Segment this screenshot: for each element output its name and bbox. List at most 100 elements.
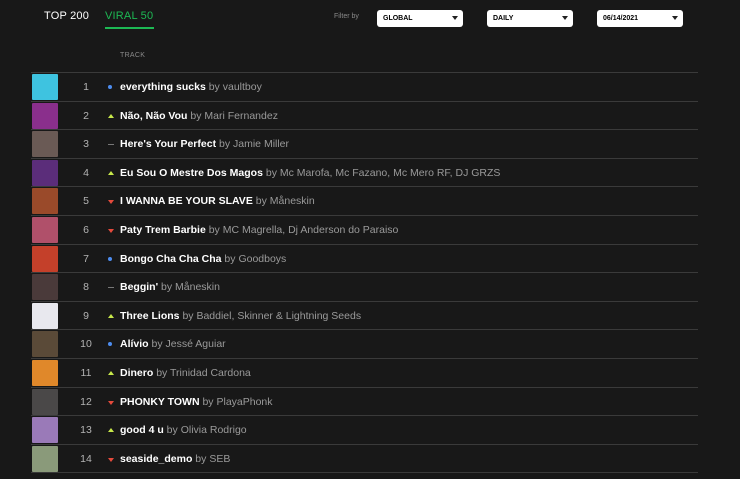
chart-position: 14 (80, 452, 92, 465)
table-row[interactable]: 14 seaside_demo by SEB (31, 445, 698, 474)
track-artist[interactable]: Måneskin (175, 281, 220, 293)
album-art[interactable] (32, 417, 58, 444)
table-row[interactable]: 10 Alívio by Jessé Aguiar (31, 330, 698, 359)
chevron-down-icon (452, 16, 458, 20)
album-art[interactable] (32, 302, 58, 329)
chart-position: 10 (80, 338, 92, 351)
album-art[interactable] (32, 331, 58, 358)
track-title[interactable]: Here's Your Perfect (120, 138, 216, 150)
track-artist[interactable]: PlayaPhonk (216, 396, 272, 408)
by-label: by (195, 452, 207, 465)
column-header-track: TRACK (120, 52, 146, 59)
chart-position: 8 (83, 281, 89, 294)
track-info: Here's Your Perfect by Jamie Miller (120, 138, 289, 150)
track-artist[interactable]: MC Magrella, Dj Anderson do Paraiso (223, 224, 399, 236)
track-title[interactable]: PHONKY TOWN (120, 396, 200, 408)
album-art[interactable] (32, 188, 58, 215)
track-artist[interactable]: SEB (209, 453, 230, 465)
trend-down-icon (108, 457, 114, 462)
table-row[interactable]: 8 Beggin' by Måneskin (31, 273, 698, 302)
track-artist[interactable]: Mc Marofa, Mc Fazano, Mc Mero RF, DJ GRZ… (280, 167, 501, 179)
chart-position: 12 (80, 395, 92, 408)
track-title[interactable]: everything sucks (120, 81, 206, 93)
chart-position: 9 (83, 309, 89, 322)
active-tab-indicator (105, 27, 155, 29)
track-title[interactable]: Bongo Cha Cha Cha (120, 253, 222, 265)
chart-position: 3 (83, 138, 89, 151)
tab-top200[interactable]: TOP 200 (44, 10, 89, 22)
by-label: by (161, 281, 173, 294)
table-row[interactable]: 7 Bongo Cha Cha Cha by Goodboys (31, 245, 698, 274)
track-artist[interactable]: vaultboy (223, 81, 262, 93)
track-artist[interactable]: Olivia Rodrigo (181, 424, 247, 436)
trend-down-icon (108, 200, 114, 205)
track-title[interactable]: Não, Não Vou (120, 110, 187, 122)
by-label: by (182, 309, 194, 322)
trend-down-icon (108, 228, 114, 233)
track-info: Beggin' by Måneskin (120, 281, 220, 293)
table-row[interactable]: 6 Paty Trem Barbie by MC Magrella, Dj And… (31, 216, 698, 245)
album-art[interactable] (32, 216, 58, 243)
track-artist[interactable]: Jessé Aguiar (166, 338, 226, 350)
track-info: good 4 u by Olivia Rodrigo (120, 424, 247, 436)
track-title[interactable]: good 4 u (120, 424, 164, 436)
album-art[interactable] (32, 388, 58, 415)
table-row[interactable]: 9 Three Lions by Baddiel, Skinner & Light… (31, 302, 698, 331)
album-art[interactable] (32, 359, 58, 386)
date-select-value: 06/14/2021 (603, 15, 639, 22)
album-art[interactable] (32, 74, 58, 100)
track-artist[interactable]: Jamie Miller (233, 138, 289, 150)
region-select[interactable]: GLOBAL (377, 10, 463, 27)
track-title[interactable]: Alívio (120, 338, 149, 350)
track-title[interactable]: I WANNA BE YOUR SLAVE (120, 195, 253, 207)
table-row[interactable]: 13 good 4 u by Olivia Rodrigo (31, 416, 698, 445)
track-info: Dinero by Trinidad Cardona (120, 367, 251, 379)
region-select-value: GLOBAL (383, 15, 413, 22)
track-title[interactable]: Beggin' (120, 281, 158, 293)
table-row[interactable]: 3 Here's Your Perfect by Jamie Miller (31, 130, 698, 159)
table-row[interactable]: 1 everything sucks by vaultboy (31, 73, 698, 102)
album-art[interactable] (32, 445, 58, 472)
table-row[interactable]: 5 I WANNA BE YOUR SLAVE by Måneskin (31, 187, 698, 216)
track-title[interactable]: seaside_demo (120, 453, 192, 465)
track-info: PHONKY TOWN by PlayaPhonk (120, 396, 273, 408)
track-title[interactable]: Eu Sou O Mestre Dos Magos (120, 167, 263, 179)
interval-select-value: DAILY (493, 15, 514, 22)
album-art[interactable] (32, 245, 58, 272)
by-label: by (151, 338, 163, 351)
chart-position: 7 (83, 252, 89, 265)
track-artist[interactable]: Trinidad Cardona (170, 367, 251, 379)
track-info: Eu Sou O Mestre Dos Magos by Mc Marofa, … (120, 167, 500, 179)
date-select[interactable]: 06/14/2021 (597, 10, 683, 27)
album-art[interactable] (32, 159, 58, 186)
by-label: by (156, 366, 168, 379)
track-info: everything sucks by vaultboy (120, 81, 262, 93)
track-info: Paty Trem Barbie by MC Magrella, Dj Ande… (120, 224, 398, 236)
chevron-down-icon (672, 16, 678, 20)
table-row[interactable]: 2 Não, Não Vou by Mari Fernandez (31, 102, 698, 131)
track-artist[interactable]: Baddiel, Skinner & Lightning Seeds (196, 310, 361, 322)
trend-same-icon (108, 144, 114, 146)
trend-new-icon (108, 256, 112, 261)
by-label: by (166, 424, 178, 437)
album-art[interactable] (32, 131, 58, 158)
table-row[interactable]: 11 Dinero by Trinidad Cardona (31, 359, 698, 388)
table-row[interactable]: 12 PHONKY TOWN by PlayaPhonk (31, 388, 698, 417)
track-title[interactable]: Dinero (120, 367, 153, 379)
track-artist[interactable]: Goodboys (238, 253, 286, 265)
track-artist[interactable]: Måneskin (270, 195, 315, 207)
interval-select[interactable]: DAILY (487, 10, 573, 27)
track-artist[interactable]: Mari Fernandez (204, 110, 278, 122)
chart-table: 1 everything sucks by vaultboy 2 Não, Não V… (31, 73, 698, 474)
track-info: Não, Não Vou by Mari Fernandez (120, 110, 278, 122)
album-art[interactable] (32, 274, 58, 301)
tab-viral50[interactable]: VIRAL 50 (105, 10, 155, 29)
album-art[interactable] (32, 102, 58, 129)
trend-new-icon (108, 85, 112, 89)
chart-position: 6 (83, 223, 89, 236)
track-title[interactable]: Paty Trem Barbie (120, 224, 206, 236)
tab-viral50-label: VIRAL 50 (105, 10, 154, 22)
table-row[interactable]: 4 Eu Sou O Mestre Dos Magos by Mc Marofa,… (31, 159, 698, 188)
track-title[interactable]: Three Lions (120, 310, 180, 322)
chart-position: 4 (83, 166, 89, 179)
